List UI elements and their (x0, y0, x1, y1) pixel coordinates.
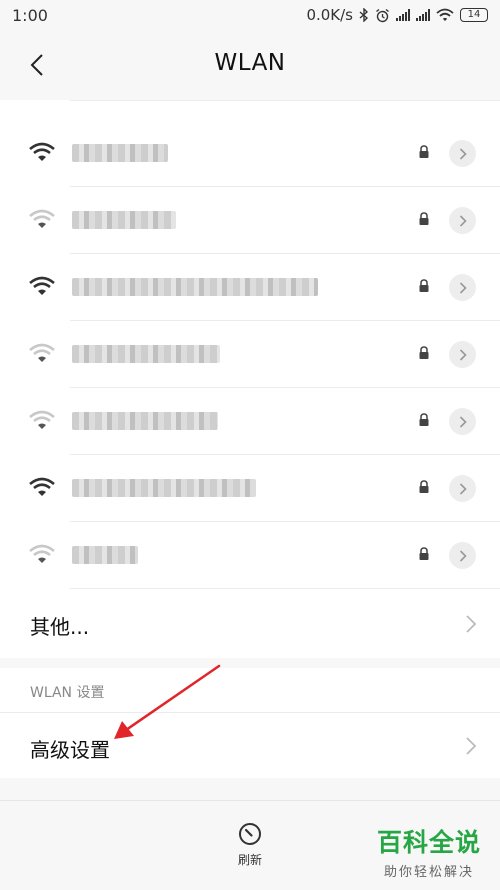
chevron-right-icon (459, 482, 467, 495)
lock-icon (419, 145, 429, 158)
blurred-name (72, 412, 218, 430)
lock-icon (419, 413, 429, 426)
wifi-signal-weak-icon (29, 544, 55, 563)
page-title: WLAN (214, 50, 286, 76)
network-name (72, 276, 318, 298)
watermark-title: 百科全说 (376, 828, 481, 857)
network-name (72, 209, 176, 231)
status-time: 1:00 (12, 5, 48, 25)
network-item[interactable] (0, 388, 500, 455)
chevron-right-icon (459, 415, 467, 428)
blurred-name (72, 211, 176, 229)
network-name (72, 544, 138, 566)
wifi-signal-weak-icon (29, 343, 55, 362)
network-item[interactable] (0, 120, 500, 187)
wifi-icon (436, 8, 454, 21)
network-list: 其他... (0, 100, 500, 658)
network-detail-button[interactable] (449, 475, 476, 502)
bluetooth-icon (359, 8, 369, 22)
advanced-settings-label: 高级设置 (30, 738, 110, 762)
network-item[interactable] (0, 455, 500, 522)
watermark-subtitle: 助你轻松解决 (383, 865, 474, 880)
network-item[interactable] (0, 522, 500, 589)
signal-icon (396, 9, 410, 21)
refresh-icon (239, 823, 261, 845)
chevron-right-icon (459, 147, 467, 160)
divider (70, 588, 500, 589)
wifi-signal-weak-icon (29, 209, 55, 228)
network-detail-button[interactable] (449, 274, 476, 301)
network-detail-button[interactable] (449, 207, 476, 234)
blurred-name (72, 278, 318, 296)
lock-icon (419, 212, 429, 225)
refresh-label: 刷新 (237, 853, 262, 867)
wifi-signal-strong-icon (29, 142, 55, 161)
other-networks-label: 其他... (30, 615, 90, 639)
blurred-name (72, 546, 138, 564)
wifi-signal-strong-icon (29, 477, 55, 496)
network-item[interactable] (0, 254, 500, 321)
network-name (72, 477, 256, 499)
lock-icon (419, 547, 429, 560)
lock-icon (419, 346, 429, 359)
chevron-right-icon (459, 214, 467, 227)
wifi-signal-weak-icon (29, 410, 55, 429)
signal-icon (416, 9, 430, 21)
lock-icon (419, 279, 429, 292)
wifi-signal-strong-icon (29, 276, 55, 295)
network-detail-button[interactable] (449, 341, 476, 368)
network-detail-button[interactable] (449, 408, 476, 435)
alarm-icon (376, 8, 389, 22)
status-bar: 1:00 0.0K/s 14 (0, 0, 500, 30)
blurred-name (72, 345, 220, 363)
battery-icon: 14 (460, 8, 488, 22)
chevron-right-icon (466, 737, 477, 755)
divider (70, 100, 500, 101)
title-bar: WLAN (0, 30, 500, 100)
chevron-right-icon (459, 549, 467, 562)
network-item[interactable] (0, 321, 500, 388)
other-networks-item[interactable]: 其他... (0, 591, 500, 658)
blurred-name (72, 479, 256, 497)
chevron-right-icon (459, 348, 467, 361)
network-detail-button[interactable] (449, 140, 476, 167)
network-name (72, 343, 220, 365)
watermark-logo: 百科全说 助你轻松解决 (374, 828, 484, 880)
network-detail-button[interactable] (449, 542, 476, 569)
refresh-button[interactable]: 刷新 (222, 821, 278, 873)
network-item[interactable] (0, 187, 500, 254)
lock-icon (419, 480, 429, 493)
net-speed: 0.0K/s (306, 6, 353, 24)
section-header-label: WLAN 设置 (30, 685, 105, 701)
network-name (72, 142, 168, 164)
blurred-name (72, 144, 168, 162)
status-icons: 0.0K/s 14 (306, 6, 488, 24)
section-header-wlan-settings: WLAN 设置 (0, 668, 500, 712)
chevron-right-icon (466, 615, 477, 633)
advanced-settings-item[interactable]: 高级设置 (0, 712, 500, 778)
chevron-right-icon (459, 281, 467, 294)
network-name (72, 410, 218, 432)
